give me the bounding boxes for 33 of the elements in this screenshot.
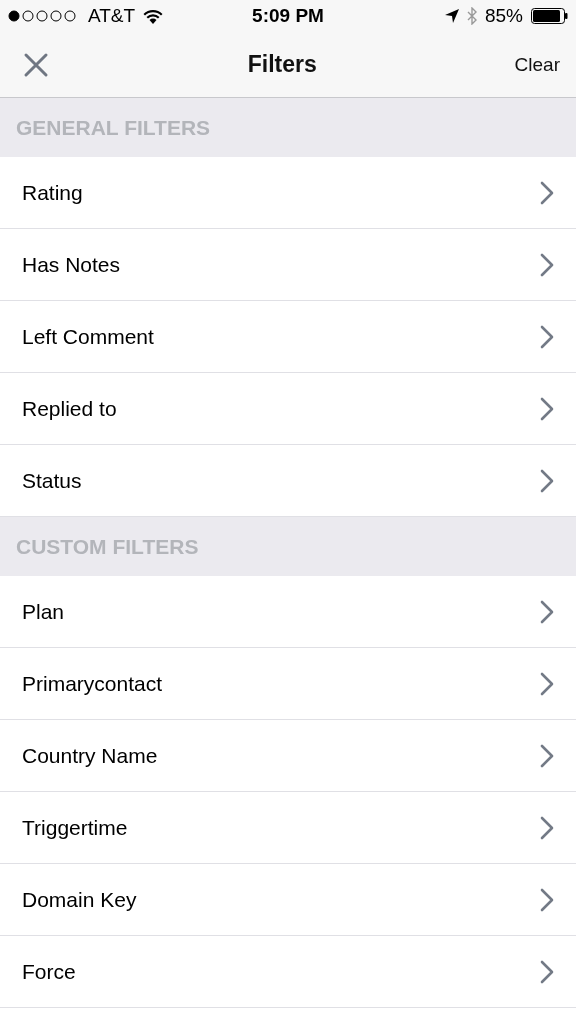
filter-label: Country Name [22,743,158,768]
screen-title: Filters [247,51,317,78]
chevron-right-icon [540,743,554,768]
clear-button[interactable]: Clear [514,49,560,80]
section-title: GENERAL FILTERS [16,115,211,140]
filter-label: Rating [22,180,83,205]
chevron-right-icon [540,671,554,696]
status-time: 5:09 PM [252,5,324,27]
filter-label: Replied to [22,396,117,421]
chevron-right-icon [540,887,554,912]
battery-icon [531,8,568,24]
filter-label: Status [22,468,82,493]
chevron-right-icon [540,959,554,984]
chevron-right-icon [540,180,554,205]
filter-label: Plan [22,599,65,624]
carrier-name: AT&T [88,5,136,27]
filter-label: Domain Key [22,887,137,912]
chevron-right-icon [540,815,554,840]
filter-label: Primarycontact [22,671,163,696]
filter-label: Has Notes [22,252,121,277]
bluetooth-icon [466,7,477,25]
location-arrow-icon [444,9,459,23]
chevron-right-icon [540,252,554,277]
chevron-right-icon [540,324,554,349]
filter-label: Left Comment [22,324,154,349]
chevron-right-icon [540,599,554,624]
wifi-icon [143,8,164,24]
battery-percent: 85% [484,5,523,27]
section-title: CUSTOM FILTERS [16,534,199,559]
chevron-right-icon [540,468,554,493]
filter-label: Triggertime [22,815,128,840]
chevron-right-icon [540,396,554,421]
filter-label: Force [22,959,76,984]
